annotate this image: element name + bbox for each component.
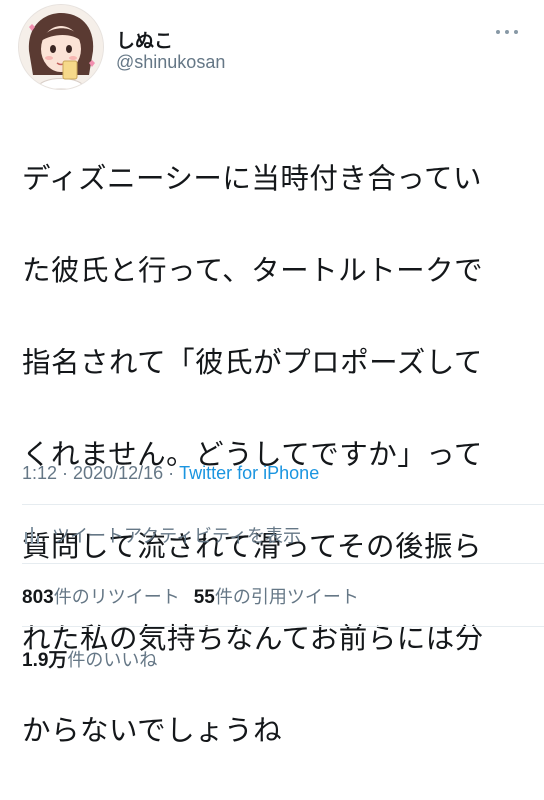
tweet-stats: 803件のリツイート 55件の引用ツイート [22, 583, 359, 609]
quotes-label: 件の引用ツイート [214, 587, 359, 608]
bar-chart-icon [22, 524, 44, 546]
retweets-stat[interactable]: 803件のリツイート [22, 587, 180, 608]
tweet-date[interactable]: 2020/12/16 [73, 463, 163, 483]
meta-separator: · [168, 463, 175, 483]
quotes-stat[interactable]: 55件の引用ツイート [194, 587, 359, 608]
tweet-text-line: た彼氏と行って、タートルトークで [22, 254, 484, 287]
tweet-meta: 1:12 · 2020/12/16 · Twitter for iPhone [22, 463, 319, 484]
retweets-label: 件のリツイート [53, 587, 180, 608]
likes-stat[interactable]: 1.9万件のいいね [22, 645, 157, 672]
tweet-text-line: ディズニーシーに当時付き合ってい [22, 162, 483, 195]
tweet-text: ディズニーシーに当時付き合ってい た彼氏と行って、タートルトークで 指名されて「… [22, 110, 532, 800]
divider [22, 563, 544, 564]
display-name[interactable]: しぬこ [116, 26, 173, 53]
tweet-time[interactable]: 1:12 [22, 463, 57, 483]
retweets-count: 803 [22, 587, 54, 608]
divider [22, 626, 544, 627]
more-options-icon[interactable] [490, 20, 524, 44]
tweet-activity-label: ツイートアクティビティを表示 [52, 526, 301, 547]
user-handle[interactable]: @shinukosan [116, 52, 225, 73]
tweet-text-line: からないでしょうね [22, 714, 283, 747]
likes-label: 件のいいね [67, 650, 158, 671]
tweet-activity-link[interactable]: ツイートアクティビティを表示 [22, 522, 301, 548]
divider [22, 504, 544, 505]
tweet-header: しぬこ @shinukosan [0, 0, 544, 92]
tweet-source-link[interactable]: Twitter for iPhone [179, 463, 319, 483]
meta-separator: · [62, 463, 69, 483]
tweet-text-line: 指名されて「彼氏がプロポーズして [22, 346, 483, 379]
avatar[interactable] [18, 4, 104, 90]
avatar-illustration-icon [19, 5, 103, 89]
quotes-count: 55 [193, 587, 215, 608]
likes-count: 1.9万 [22, 650, 68, 671]
